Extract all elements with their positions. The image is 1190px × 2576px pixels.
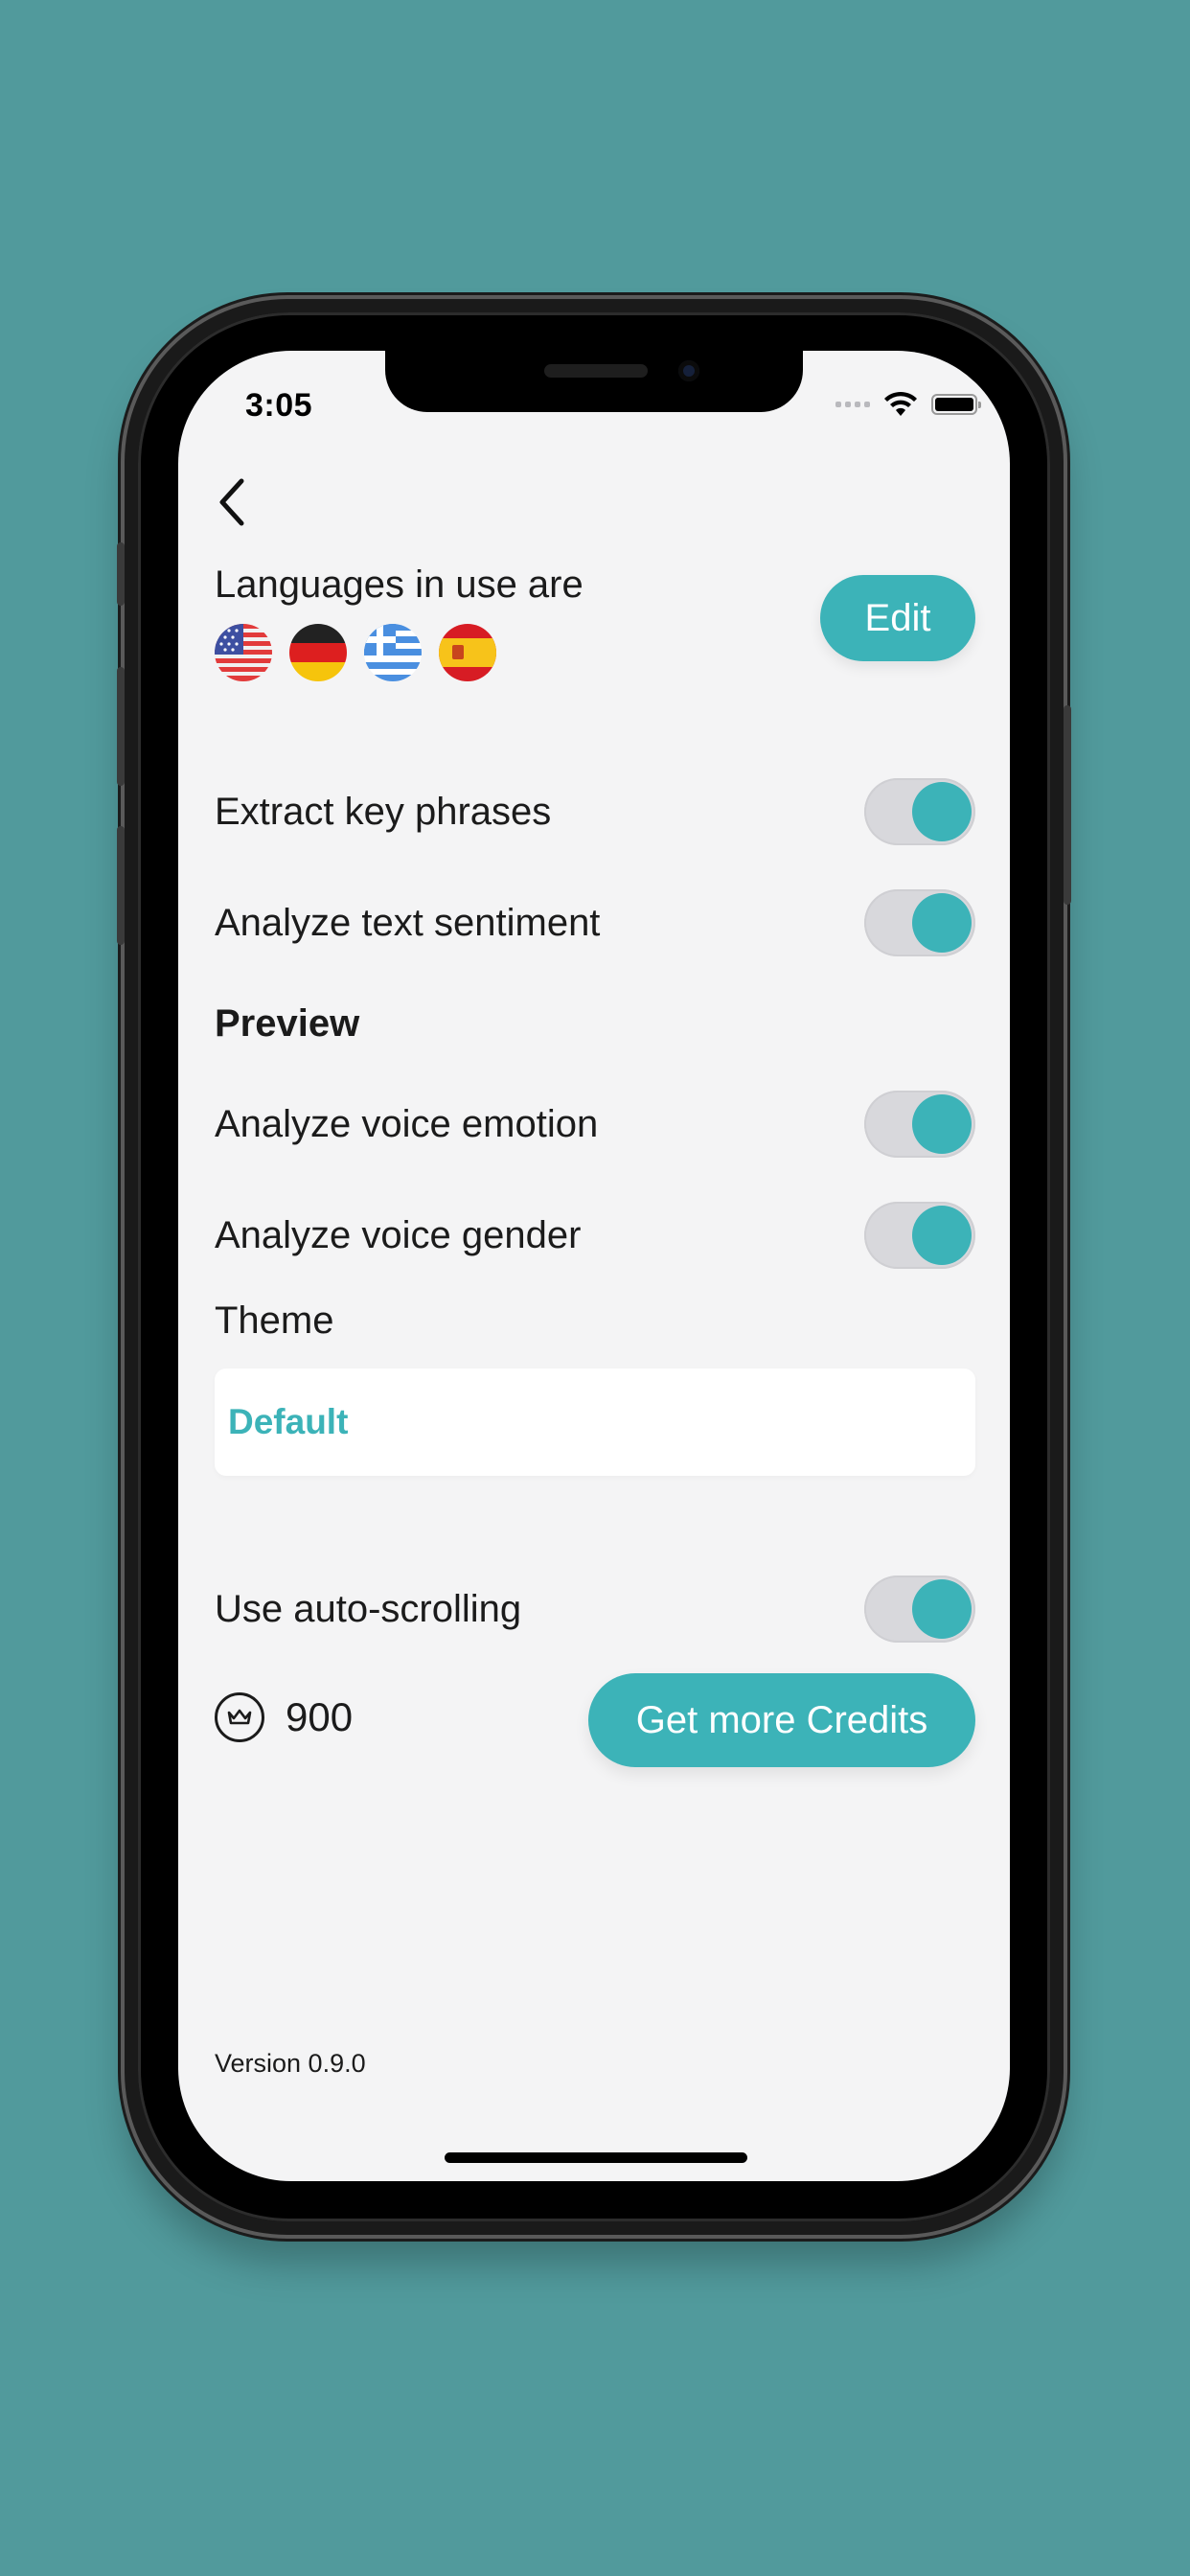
wifi-icon xyxy=(884,391,917,416)
battery-icon xyxy=(931,394,981,415)
gr-flag-icon xyxy=(364,624,422,681)
de-flag-icon xyxy=(289,624,347,681)
languages-title: Languages in use are xyxy=(215,564,584,606)
front-camera xyxy=(678,360,699,381)
analyze-voice-emotion-label: Analyze voice emotion xyxy=(215,1102,599,1145)
credits-count: 900 xyxy=(286,1694,354,1739)
signal-icon xyxy=(835,402,870,407)
get-more-credits-button[interactable]: Get more Credits xyxy=(588,1673,975,1767)
analyze-voice-gender-row: Analyze voice gender xyxy=(215,1202,975,1269)
analyze-text-sentiment-toggle[interactable] xyxy=(864,889,975,956)
edit-languages-button[interactable]: Edit xyxy=(820,575,975,661)
version-label: Version 0.9.0 xyxy=(215,2049,366,2078)
extract-key-phrases-row: Extract key phrases xyxy=(215,778,975,845)
us-flag-icon xyxy=(215,624,272,681)
theme-select[interactable]: Default xyxy=(215,1368,975,1476)
theme-label: Theme xyxy=(215,1300,334,1342)
toggle-knob xyxy=(912,1094,972,1154)
auto-scrolling-label: Use auto-scrolling xyxy=(215,1587,522,1630)
status-icons xyxy=(835,387,981,422)
languages-section: Languages in use are xyxy=(215,564,694,681)
volume-up-button xyxy=(117,667,125,786)
auto-scrolling-row: Use auto-scrolling xyxy=(215,1576,975,1643)
app-screen: 3:05 Languages in use are Edit Extract k… xyxy=(178,351,1010,2181)
home-indicator[interactable] xyxy=(445,2152,747,2163)
analyze-voice-emotion-row: Analyze voice emotion xyxy=(215,1091,975,1158)
back-chevron-icon[interactable] xyxy=(215,475,253,529)
phone-frame: 3:05 Languages in use are Edit Extract k… xyxy=(117,299,1071,2235)
mute-switch xyxy=(117,542,125,606)
toggle-knob xyxy=(912,1579,972,1639)
analyze-voice-gender-label: Analyze voice gender xyxy=(215,1213,582,1256)
analyze-text-sentiment-label: Analyze text sentiment xyxy=(215,901,601,944)
toggle-knob xyxy=(912,1206,972,1265)
extract-key-phrases-toggle[interactable] xyxy=(864,778,975,845)
credits-balance: 900 xyxy=(215,1692,353,1742)
preview-section-title: Preview xyxy=(215,1002,360,1045)
crown-icon xyxy=(215,1692,264,1742)
analyze-text-sentiment-row: Analyze text sentiment xyxy=(215,889,975,956)
extract-key-phrases-label: Extract key phrases xyxy=(215,790,552,833)
speaker-grille xyxy=(544,364,648,378)
toggle-knob xyxy=(912,782,972,841)
power-button xyxy=(1064,705,1071,905)
es-flag-icon xyxy=(439,624,496,681)
status-time: 3:05 xyxy=(245,387,313,424)
toggle-knob xyxy=(912,893,972,953)
language-flags xyxy=(215,624,694,681)
auto-scrolling-toggle[interactable] xyxy=(864,1576,975,1643)
analyze-voice-emotion-toggle[interactable] xyxy=(864,1091,975,1158)
analyze-voice-gender-toggle[interactable] xyxy=(864,1202,975,1269)
volume-down-button xyxy=(117,826,125,945)
notch xyxy=(385,351,803,412)
